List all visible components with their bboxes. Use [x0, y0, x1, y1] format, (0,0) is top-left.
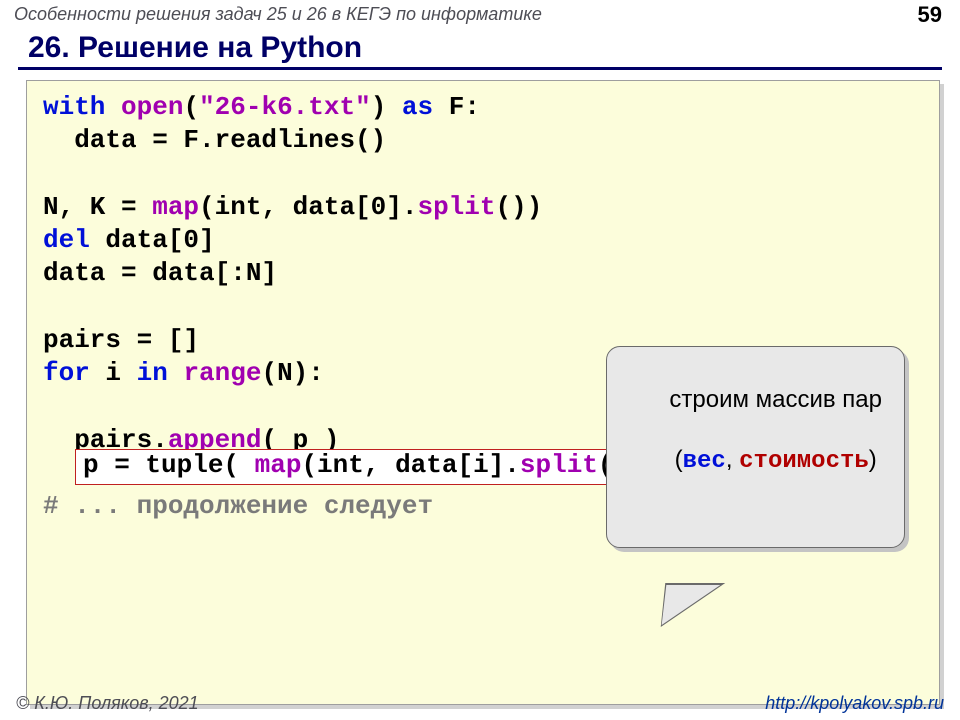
t: with: [43, 92, 105, 122]
t: as: [402, 92, 433, 122]
t: (int, data[i].: [301, 450, 519, 480]
t: [43, 159, 59, 189]
t: ,: [726, 446, 739, 473]
t: N, K =: [43, 192, 152, 222]
t: ): [869, 446, 877, 473]
title-rule: [18, 67, 942, 70]
t: ()): [495, 192, 542, 222]
t: map: [152, 192, 199, 222]
t: вес: [683, 448, 726, 475]
t: (: [675, 446, 683, 473]
code-block: with open("26-k6.txt") as F: data = F.re…: [26, 80, 940, 705]
t: стоимость: [739, 448, 869, 475]
t: ): [371, 92, 387, 122]
t: pairs = []: [43, 325, 199, 355]
t: open: [121, 92, 183, 122]
t: # ... продолжение следует: [43, 491, 433, 521]
t: (: [183, 92, 199, 122]
slide-title: 26. Решение на Python: [0, 25, 960, 67]
t: [43, 458, 59, 488]
t: F:: [433, 92, 480, 122]
t: del: [43, 225, 90, 255]
t: строим массив пар: [669, 386, 882, 413]
footer-link: http://kpolyakov.spb.ru: [765, 693, 944, 714]
t: [168, 358, 184, 388]
t: range: [183, 358, 261, 388]
t: "26-k6.txt": [199, 92, 371, 122]
callout-bubble: строим массив пар (вес, стоимость): [606, 346, 905, 548]
t: data[0]: [90, 225, 215, 255]
t: map: [255, 450, 302, 480]
t: split: [520, 450, 598, 480]
t: data = F.readlines(): [43, 125, 386, 155]
highlight-code: p = tuple( map(int, data[i].split()) ): [83, 449, 676, 482]
footer: © К.Ю. Поляков, 2021 http://kpolyakov.sp…: [0, 693, 960, 714]
t: data = data[:N]: [43, 258, 277, 288]
slide-header: Особенности решения задач 25 и 26 в КЕГЭ…: [0, 0, 960, 25]
t: (int, data[0].: [199, 192, 417, 222]
t: i: [90, 358, 137, 388]
t: in: [137, 358, 168, 388]
t: split: [417, 192, 495, 222]
page-number: 59: [918, 2, 942, 28]
t: for: [43, 358, 90, 388]
t: (N):: [261, 358, 323, 388]
callout: строим массив пар (вес, стоимость): [606, 279, 905, 614]
t: p = tuple(: [83, 450, 255, 480]
copyright: © К.Ю. Поляков, 2021: [16, 693, 199, 714]
t: [43, 292, 59, 322]
